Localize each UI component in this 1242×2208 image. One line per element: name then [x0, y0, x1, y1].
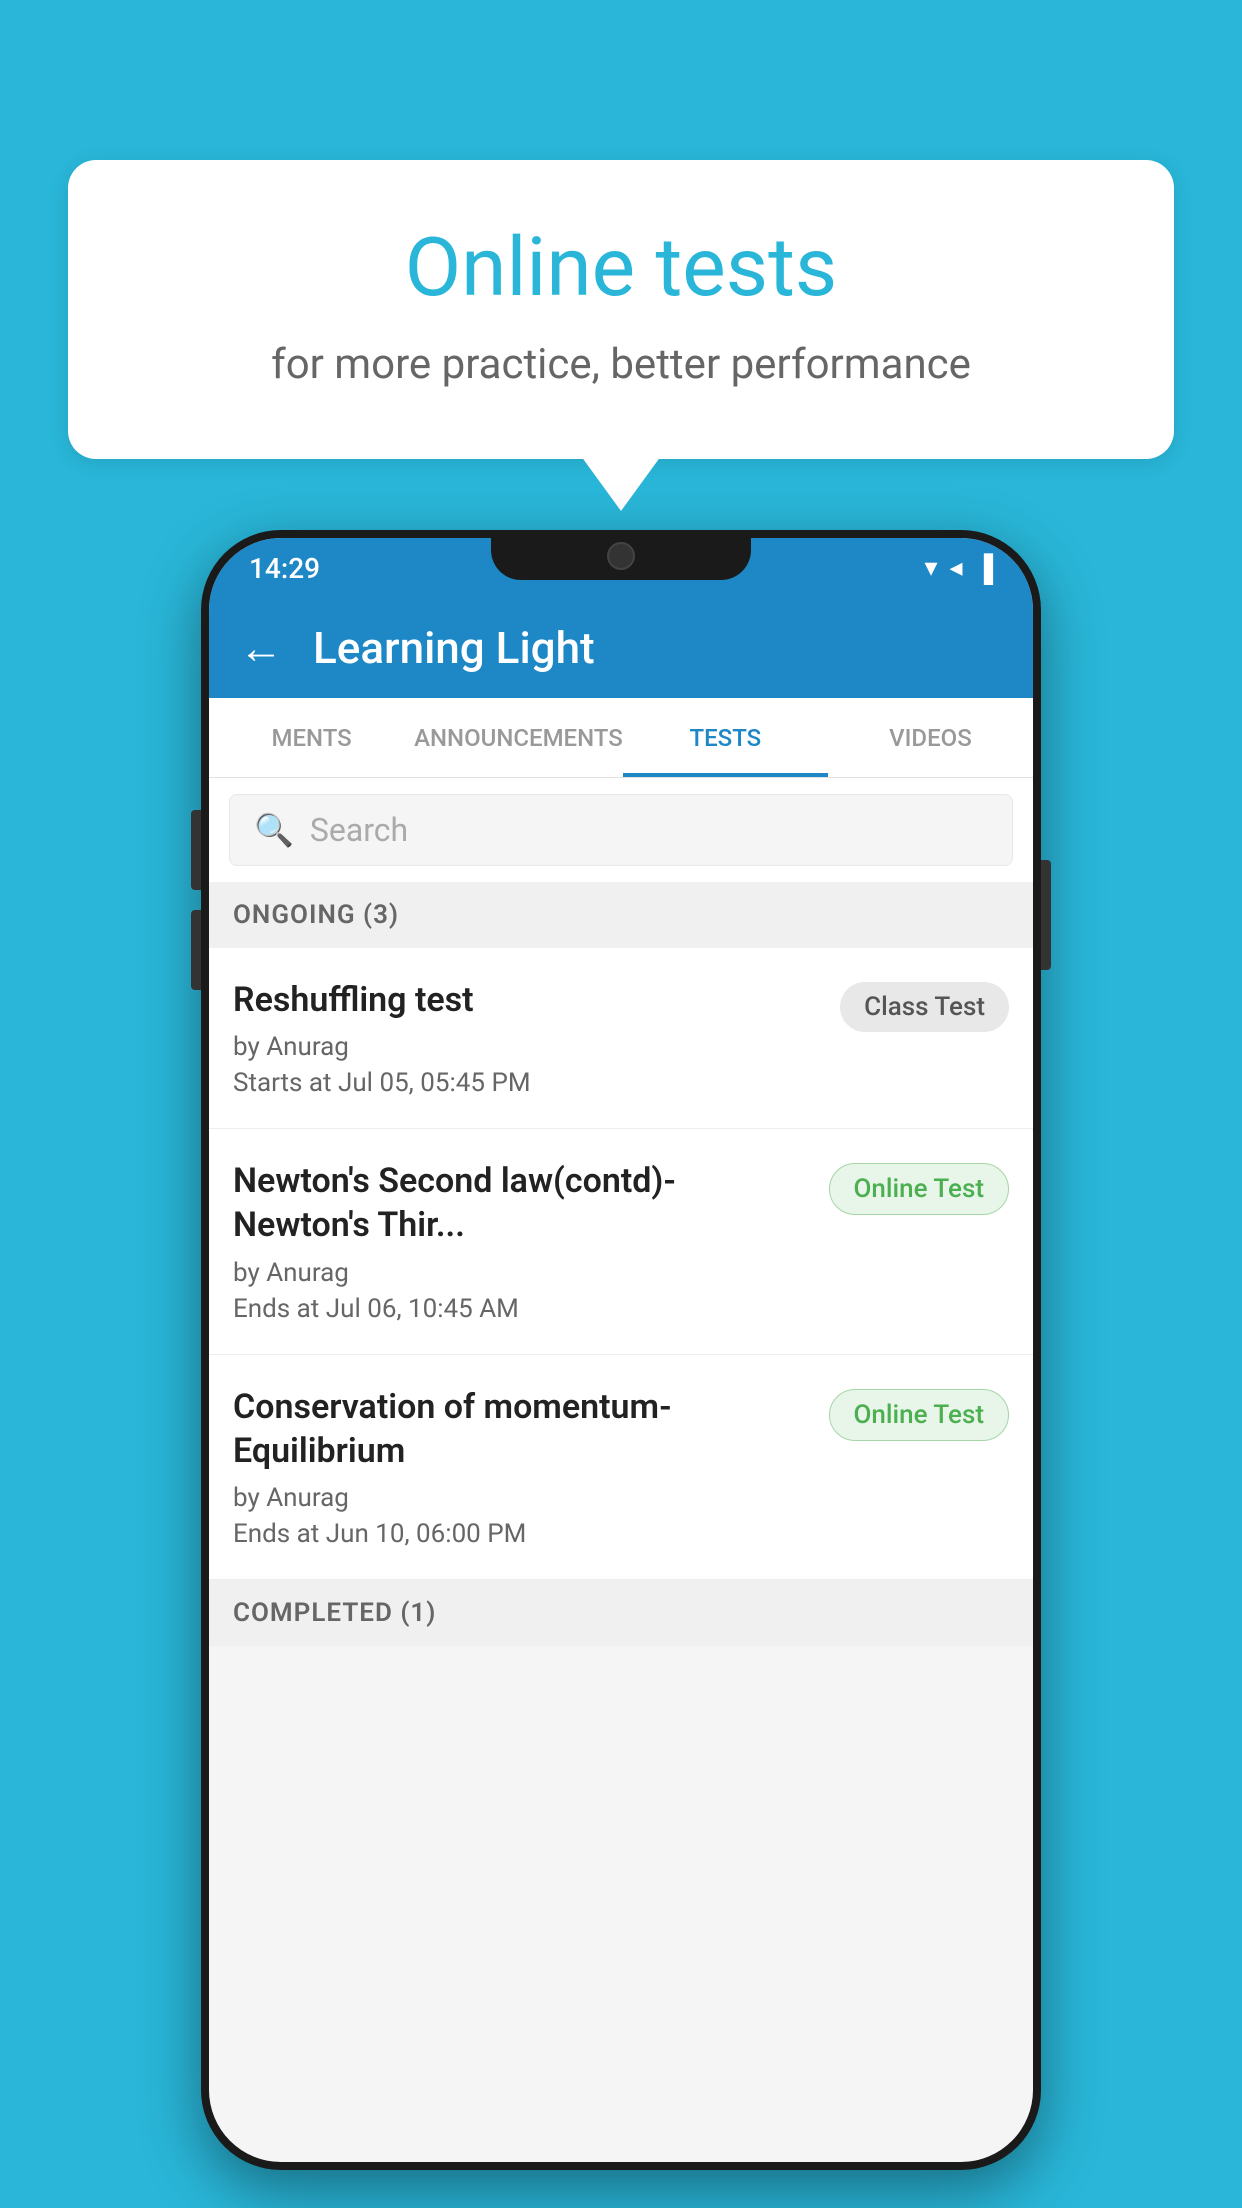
test-badge-newtons: Online Test	[829, 1163, 1010, 1215]
test-name-reshuffling: Reshuffling test	[233, 978, 820, 1022]
search-placeholder: Search	[310, 811, 408, 849]
battery-icon: ▐	[975, 553, 993, 584]
phone-notch	[491, 530, 751, 580]
phone-frame: 14:29 ▾ ◂ ▐ ← Learning Light MENTS ANNOU…	[201, 530, 1041, 2170]
phone-screen: 14:29 ▾ ◂ ▐ ← Learning Light MENTS ANNOU…	[209, 538, 1033, 2162]
search-icon: 🔍	[254, 811, 294, 849]
status-icons: ▾ ◂ ▐	[924, 553, 993, 584]
volume-up-button	[191, 810, 201, 890]
wifi-icon: ▾	[924, 553, 937, 583]
speech-bubble: Online tests for more practice, better p…	[68, 160, 1174, 459]
test-badge-conservation: Online Test	[829, 1389, 1010, 1441]
test-author-conservation: by Anurag	[233, 1483, 809, 1513]
screen-content: 🔍 Search ONGOING (3) Reshuffling test by…	[209, 778, 1033, 2162]
test-badge-reshuffling: Class Test	[840, 982, 1009, 1032]
test-item-conservation[interactable]: Conservation of momentum-Equilibrium by …	[209, 1355, 1033, 1580]
test-info-conservation: Conservation of momentum-Equilibrium by …	[233, 1385, 829, 1549]
ongoing-section-header: ONGOING (3)	[209, 882, 1033, 948]
test-name-conservation: Conservation of momentum-Equilibrium	[233, 1385, 809, 1473]
test-info-reshuffling: Reshuffling test by Anurag Starts at Jul…	[233, 978, 840, 1098]
test-date-newtons: Ends at Jul 06, 10:45 AM	[233, 1294, 809, 1324]
app-bar: ← Learning Light	[209, 598, 1033, 698]
tab-tests[interactable]: TESTS	[623, 698, 828, 777]
power-button	[1041, 860, 1051, 970]
volume-down-button	[191, 910, 201, 990]
search-bar[interactable]: 🔍 Search	[229, 794, 1013, 866]
test-item-reshuffling[interactable]: Reshuffling test by Anurag Starts at Jul…	[209, 948, 1033, 1129]
app-title: Learning Light	[313, 622, 595, 674]
tab-videos[interactable]: VIDEOS	[828, 698, 1033, 777]
test-author-newtons: by Anurag	[233, 1258, 809, 1288]
completed-section-header: COMPLETED (1)	[209, 1580, 1033, 1646]
search-container: 🔍 Search	[209, 778, 1033, 882]
test-name-newtons: Newton's Second law(contd)-Newton's Thir…	[233, 1159, 809, 1247]
test-date-conservation: Ends at Jun 10, 06:00 PM	[233, 1519, 809, 1549]
tab-bar: MENTS ANNOUNCEMENTS TESTS VIDEOS	[209, 698, 1033, 778]
test-item-newtons[interactable]: Newton's Second law(contd)-Newton's Thir…	[209, 1129, 1033, 1354]
status-time: 14:29	[249, 552, 320, 585]
test-date-reshuffling: Starts at Jul 05, 05:45 PM	[233, 1068, 820, 1098]
test-author-reshuffling: by Anurag	[233, 1032, 820, 1062]
tab-announcements[interactable]: ANNOUNCEMENTS	[414, 698, 623, 777]
bubble-subtitle: for more practice, better performance	[128, 340, 1114, 389]
signal-icon: ◂	[950, 553, 963, 583]
test-info-newtons: Newton's Second law(contd)-Newton's Thir…	[233, 1159, 829, 1323]
front-camera	[607, 542, 635, 570]
back-button[interactable]: ←	[239, 622, 283, 674]
tab-ments[interactable]: MENTS	[209, 698, 414, 777]
bubble-title: Online tests	[128, 220, 1114, 316]
